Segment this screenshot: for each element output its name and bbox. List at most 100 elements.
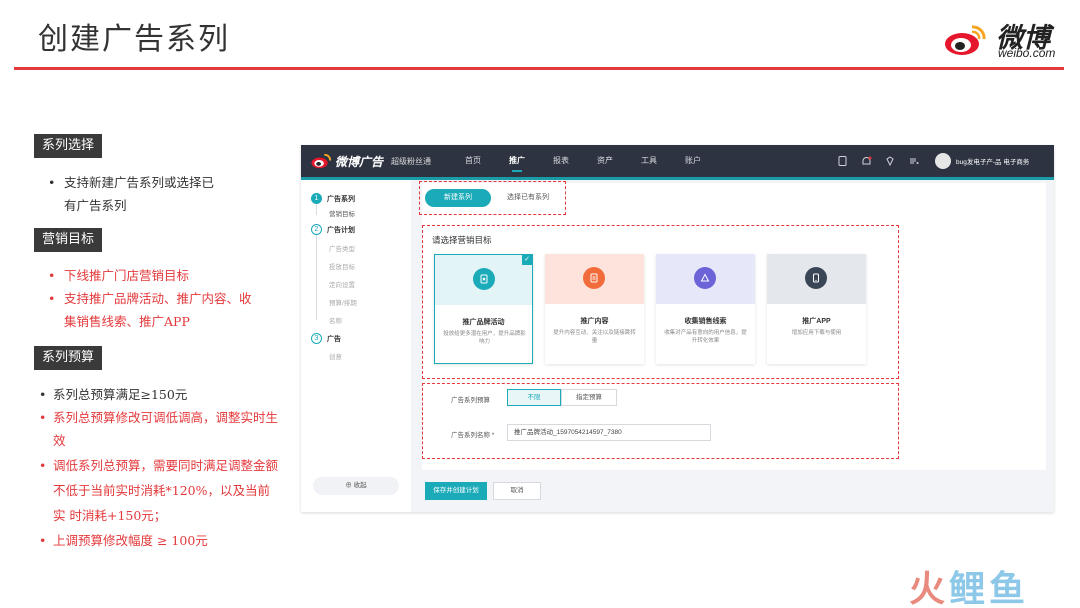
- nav-tools[interactable]: 工具: [627, 145, 671, 177]
- bullet: •: [48, 268, 56, 283]
- note-text: 不低于当前实时消耗*120%，以及当前: [53, 483, 270, 498]
- note-item: 效: [53, 429, 66, 452]
- sub-step-name[interactable]: 名称: [329, 315, 342, 325]
- goal-card-leads[interactable]: 收集销售线索 收集对产品有意向的用户信息，提升转化效果: [656, 254, 755, 364]
- step-ad-plan[interactable]: 2 广告计划: [311, 224, 355, 235]
- series-name-input[interactable]: 推广品牌活动_1597054214597_7380: [507, 424, 711, 441]
- triangle-icon: [694, 267, 716, 289]
- watermark-char: 鱼: [989, 569, 1030, 608]
- note-item: 实 时消耗+150元；: [53, 504, 166, 527]
- step-number: 1: [311, 193, 322, 204]
- user-menu[interactable]: bug发电子产-品 电子商务: [935, 152, 1029, 170]
- nav-assets[interactable]: 资产: [583, 145, 627, 177]
- note-item: 有广告系列: [64, 194, 127, 217]
- weibo-eye-icon: [945, 25, 986, 55]
- nav-promotion[interactable]: 推广: [495, 145, 539, 177]
- note-item: • 支持推广品牌活动、推广内容、收: [48, 287, 252, 310]
- menu-icon[interactable]: [908, 155, 920, 167]
- check-icon: ✓: [522, 255, 532, 265]
- tab-existing-series[interactable]: 选择已有系列: [497, 189, 559, 207]
- note-text: 调低系列总预算，需要同时满足调整金额: [53, 458, 279, 473]
- step-label: 广告系列: [327, 195, 355, 203]
- goal-desc: 收集对产品有意向的用户信息，提升转化效果: [664, 330, 747, 344]
- weibo-logo: 微博 weibo.com: [944, 14, 1069, 62]
- user-name: bug发电子产-品 电子商务: [956, 159, 1030, 166]
- note-item: • 系列总预算修改可调低调高，调整实时生: [39, 406, 279, 429]
- tab-new-series[interactable]: 新建系列: [425, 189, 491, 207]
- nav-home[interactable]: 首页: [451, 145, 495, 177]
- bullet: •: [39, 410, 47, 425]
- weibo-eye-icon: [311, 153, 331, 169]
- budget-unlimited-option[interactable]: 不限: [507, 389, 561, 406]
- goal-desc: 提升内容互动、关注以及链接跳转量: [553, 330, 636, 344]
- step-label: 广告: [327, 335, 341, 343]
- nav-account[interactable]: 账户: [671, 145, 715, 177]
- goal-title: 推广APP: [802, 318, 831, 325]
- topbar-accent-line: [301, 177, 1054, 180]
- bell-icon[interactable]: [860, 155, 872, 167]
- sub-step-marketing-goal[interactable]: 营销目标: [329, 208, 355, 218]
- goal-title: 收集销售线索: [684, 318, 727, 325]
- series-budget-label: 系列预算: [34, 346, 103, 370]
- note-text: 效: [53, 433, 66, 448]
- slide-title: 创建广告系列: [38, 22, 230, 57]
- phone-icon: [805, 267, 827, 289]
- sub-step-ad-type[interactable]: 广告类型: [329, 243, 355, 253]
- goal-title: 推广内容: [580, 318, 609, 325]
- note-text: 支持推广品牌活动、推广内容、收: [64, 291, 252, 306]
- goal-title: 推广品牌活动: [462, 319, 505, 326]
- goal-desc: 增加应用下载与使用: [791, 330, 842, 336]
- goal-desc: 投放给更多潜在用户，提升品牌影响力: [443, 331, 526, 345]
- diamond-icon[interactable]: [884, 155, 896, 167]
- app-brand[interactable]: 微博广告 超级粉丝通: [311, 151, 431, 171]
- note-item: • 调低系列总预算，需要同时满足调整金额: [39, 454, 279, 477]
- step-number: 2: [311, 224, 322, 235]
- nav-reports[interactable]: 报表: [539, 145, 583, 177]
- goal-card-app[interactable]: 推广APP 增加应用下载与使用: [767, 254, 866, 364]
- top-icon-group: [836, 145, 920, 177]
- note-text: 集销售线索、推广APP: [64, 314, 190, 329]
- sub-step-delivery-goal[interactable]: 投放目标: [329, 261, 355, 271]
- step-sidebar: 1 广告系列 营销目标 2 广告计划 广告类型 投放目标 定向设置 预算/排期 …: [301, 180, 411, 512]
- note-item: 集销售线索、推广APP: [64, 310, 190, 333]
- watermark-logo: 火鲤鱼: [909, 560, 1029, 608]
- main-nav: 首页 推广 报表 资产 工具 账户: [451, 145, 715, 177]
- save-and-create-button[interactable]: 保存并创建计划: [425, 482, 487, 500]
- goal-card-brand[interactable]: ✓ 推广品牌活动 投放给更多潜在用户，提升品牌影响力: [434, 254, 533, 364]
- bullet: •: [39, 533, 47, 548]
- budget-highlight: [422, 383, 899, 459]
- goal-card-content[interactable]: 推广内容 提升内容互动、关注以及链接跳转量: [545, 254, 644, 364]
- sub-step-creative[interactable]: 创意: [329, 351, 342, 361]
- weibo-logo-url: weibo.com: [998, 46, 1056, 60]
- app-brand-sub: 超级粉丝通: [391, 156, 432, 166]
- document-icon: [583, 267, 605, 289]
- watermark-char: 鲤: [949, 569, 990, 608]
- step-label: 广告计划: [327, 226, 355, 234]
- step-number: 3: [311, 333, 322, 344]
- step-connector: [316, 233, 317, 320]
- budget-specify-option[interactable]: 指定预算: [561, 389, 617, 406]
- note-text: 系列总预算满足≥150元: [53, 387, 188, 402]
- note-text: 下线推广门店营销目标: [64, 268, 190, 283]
- note-text: 上调预算修改幅度 ≥ 100元: [53, 533, 208, 548]
- bullet: •: [39, 387, 47, 402]
- star-badge-icon: [473, 268, 495, 290]
- sub-step-targeting[interactable]: 定向设置: [329, 279, 355, 289]
- note-text: 系列总预算修改可调低调高，调整实时生: [53, 410, 279, 425]
- app-brand-name: 微博广告: [335, 154, 384, 169]
- app-screenshot: 微博广告 超级粉丝通 首页 推广 报表 资产 工具 账户 bug发电子产-品 电…: [301, 145, 1054, 512]
- step-ad-series[interactable]: 1 广告系列: [311, 193, 355, 204]
- note-item: 不低于当前实时消耗*120%，以及当前: [53, 479, 270, 502]
- goal-heading: 请选择营销目标: [432, 235, 492, 245]
- collapse-button[interactable]: ⊕ 收起: [313, 477, 399, 495]
- sub-step-budget-schedule[interactable]: 预算/排期: [329, 297, 357, 307]
- avatar: [935, 153, 951, 169]
- bullet: •: [39, 458, 47, 473]
- step-ad[interactable]: 3 广告: [311, 333, 341, 344]
- cancel-button[interactable]: 取消: [493, 482, 541, 500]
- tablet-icon[interactable]: [836, 155, 848, 167]
- bullet: •: [48, 175, 56, 190]
- bullet: •: [48, 291, 56, 306]
- note-item: • 支持新建广告系列或选择已: [48, 171, 215, 194]
- note-text: 支持新建广告系列或选择已: [64, 175, 215, 190]
